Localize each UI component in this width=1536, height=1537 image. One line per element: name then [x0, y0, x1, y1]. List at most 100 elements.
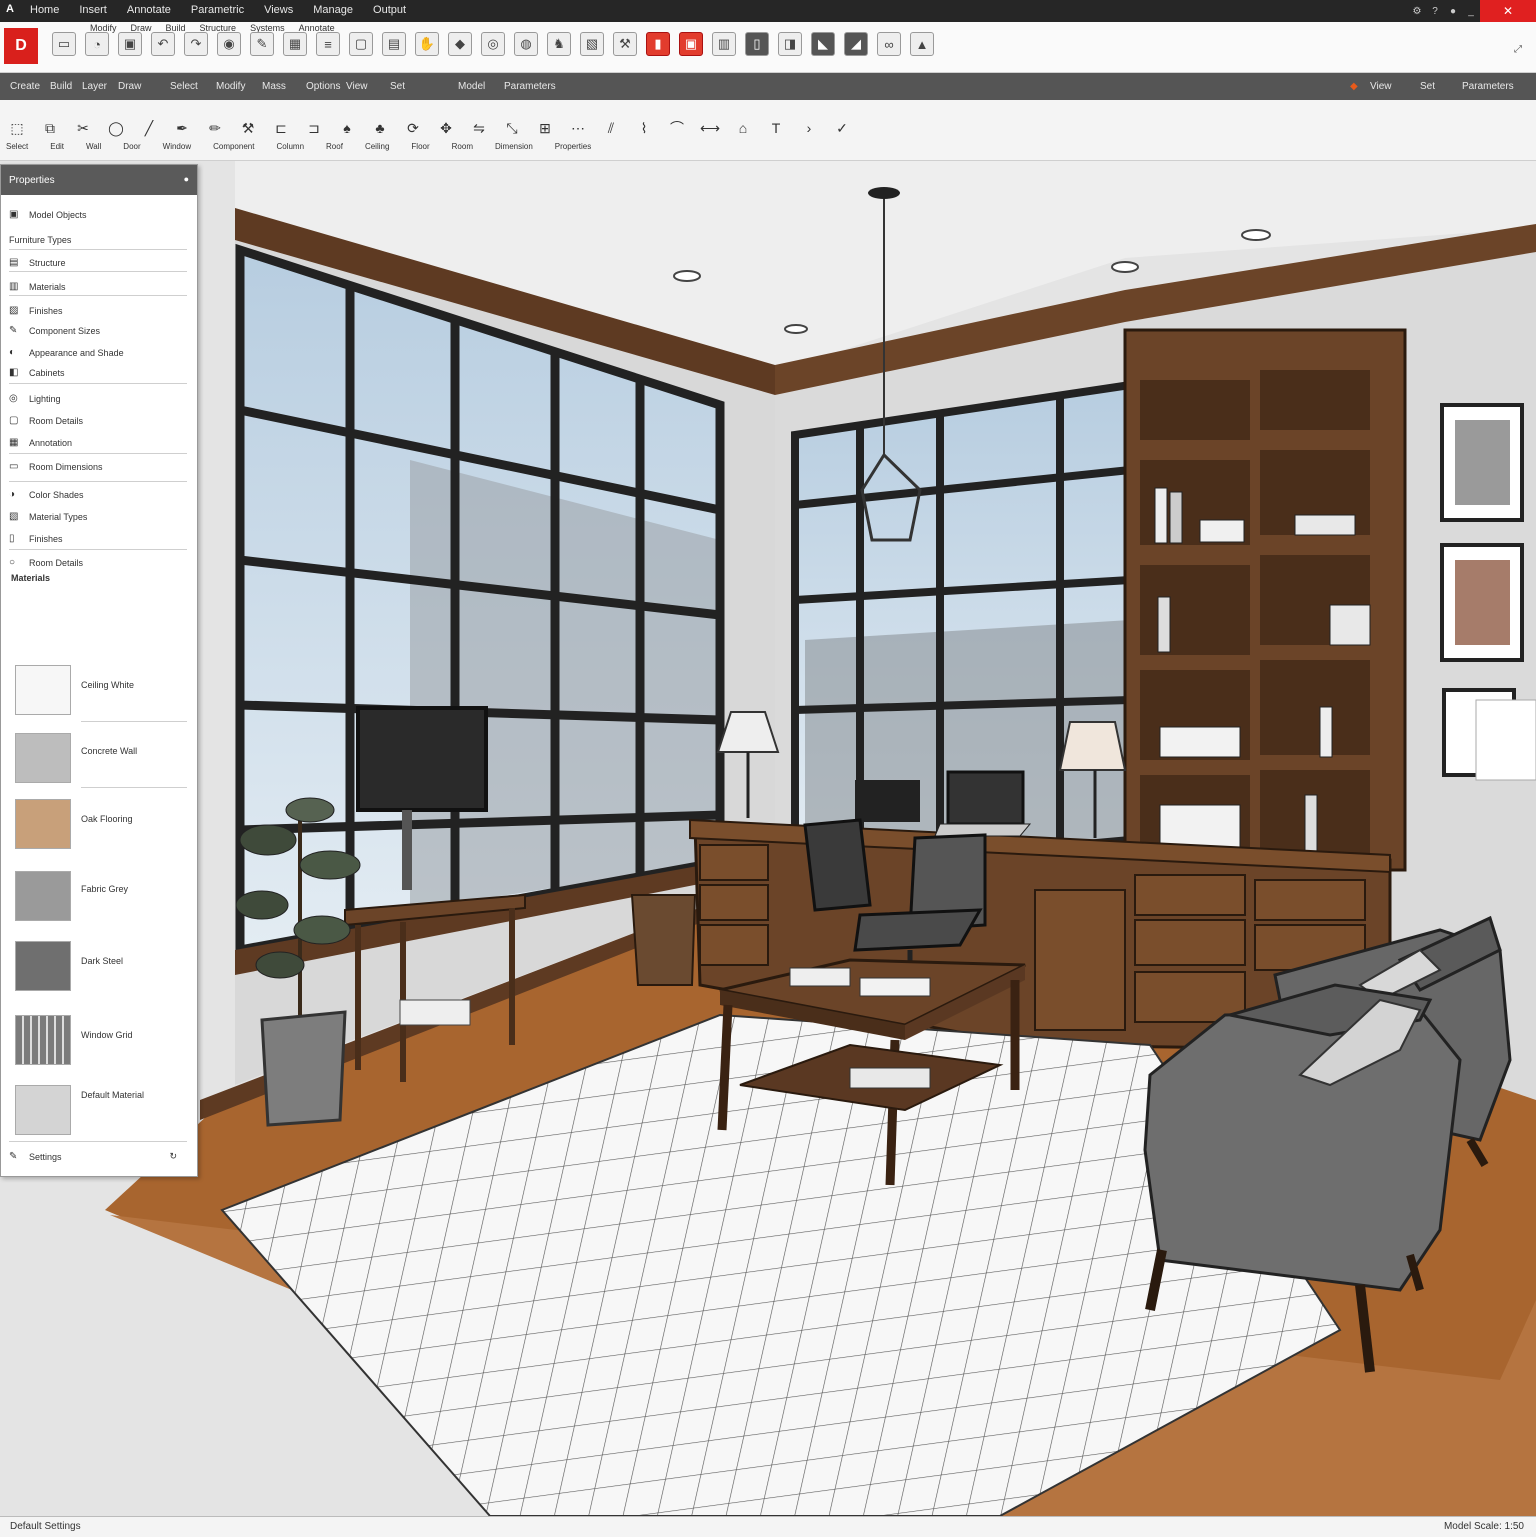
- link-icon[interactable]: ∞: [877, 32, 901, 56]
- chair-icon[interactable]: ⊐: [303, 120, 325, 137]
- menu-manage[interactable]: Manage: [313, 4, 353, 16]
- expand-icon[interactable]: ⤢: [1514, 44, 1522, 55]
- grid-icon[interactable]: ▦: [283, 32, 307, 56]
- settings-icon[interactable]: ⚙: [1408, 0, 1426, 22]
- redo-icon[interactable]: ↷: [184, 32, 208, 56]
- tool-label[interactable]: Roof: [326, 142, 343, 151]
- panel-row[interactable]: ▨ Finishes: [9, 305, 63, 316]
- menu-item[interactable]: Set: [390, 81, 405, 92]
- animal-icon[interactable]: ♞: [547, 32, 571, 56]
- panel-row[interactable]: ▧ Material Types: [9, 511, 87, 522]
- sheet-icon[interactable]: ▣: [679, 32, 703, 56]
- material-swatch[interactable]: [15, 665, 71, 715]
- menu-item[interactable]: Create: [10, 81, 40, 92]
- split-icon[interactable]: ⌇: [633, 120, 655, 137]
- panel-row[interactable]: ▢ Room Details: [9, 415, 83, 426]
- panel-header[interactable]: Properties ●: [1, 165, 197, 195]
- tool-label[interactable]: Floor: [411, 142, 429, 151]
- 3d-viewport[interactable]: [0, 161, 1536, 1516]
- text-icon[interactable]: T: [765, 120, 787, 136]
- pin-icon[interactable]: ◆: [1350, 81, 1358, 92]
- box-icon[interactable]: ▢: [349, 32, 373, 56]
- panel-close-icon[interactable]: ●: [184, 174, 189, 184]
- panel-row[interactable]: ◐ Appearance and Shade: [9, 347, 124, 358]
- rotate-icon[interactable]: ⟳: [402, 120, 424, 137]
- move-icon[interactable]: ✥: [435, 120, 457, 137]
- open-icon[interactable]: ◔: [85, 32, 109, 56]
- table-icon[interactable]: ▥: [712, 32, 736, 56]
- tool-label[interactable]: Edit: [50, 142, 64, 151]
- minimize-button[interactable]: _: [1462, 0, 1480, 22]
- panel-row[interactable]: ○ Room Details: [9, 557, 83, 568]
- copy-icon[interactable]: ⧉: [39, 120, 61, 137]
- tool-label[interactable]: Room: [452, 142, 473, 151]
- panel-row[interactable]: ◑ Color Shades: [9, 489, 84, 500]
- material-swatch[interactable]: [15, 941, 71, 991]
- panel-row[interactable]: ▤ Structure: [9, 257, 66, 268]
- panel-row[interactable]: ▯ Finishes: [9, 533, 63, 544]
- menu-home[interactable]: Home: [30, 4, 59, 16]
- tool-icon[interactable]: ⚒: [613, 32, 637, 56]
- join-icon[interactable]: ⌒: [666, 118, 688, 138]
- close-button[interactable]: ✕: [1480, 0, 1536, 22]
- undo-icon[interactable]: ↶: [151, 32, 175, 56]
- material-swatch[interactable]: [15, 733, 71, 783]
- menu-parametric[interactable]: Parametric: [191, 4, 244, 16]
- circle-icon[interactable]: ◯: [105, 120, 127, 137]
- triangle-icon[interactable]: ▲: [910, 32, 934, 56]
- panel-row[interactable]: ▣ Model Objects: [9, 209, 87, 220]
- tool-label[interactable]: Select: [6, 142, 28, 151]
- tool-label[interactable]: Component: [213, 142, 254, 151]
- tool-label[interactable]: Ceiling: [365, 142, 389, 151]
- arrow-icon[interactable]: ›: [798, 120, 820, 136]
- panel-row[interactable]: ▥ Materials: [9, 281, 66, 292]
- material-swatch[interactable]: [15, 1085, 71, 1135]
- trim-icon[interactable]: ✂: [72, 120, 94, 137]
- menu-item[interactable]: Select: [170, 81, 198, 92]
- material-swatch[interactable]: [15, 799, 71, 849]
- save-icon[interactable]: ▣: [118, 32, 142, 56]
- menu-views[interactable]: Views: [264, 4, 293, 16]
- menu-output[interactable]: Output: [373, 4, 406, 16]
- sofa-icon[interactable]: ⊏: [270, 120, 292, 137]
- scale-icon[interactable]: ⤡: [501, 120, 523, 137]
- pdf-icon[interactable]: ▮: [646, 32, 670, 56]
- user-icon[interactable]: ●: [1444, 0, 1462, 22]
- hammer-icon[interactable]: ⚒: [237, 120, 259, 137]
- tool-label[interactable]: Window: [163, 142, 191, 151]
- panel-footer[interactable]: ✎ Settings ↻: [9, 1151, 177, 1162]
- pencil-icon[interactable]: ✏: [204, 120, 226, 137]
- panel-row[interactable]: ◧ Cabinets: [9, 367, 65, 378]
- menu-item[interactable]: Draw: [118, 81, 141, 92]
- panel-row[interactable]: ◎ Lighting: [9, 393, 61, 404]
- new-file-icon[interactable]: ▭: [52, 32, 76, 56]
- array-icon[interactable]: ⋯: [567, 120, 589, 137]
- menu-item[interactable]: Parameters: [1462, 81, 1514, 92]
- material-swatch[interactable]: [15, 1015, 71, 1065]
- tool-label[interactable]: Properties: [555, 142, 591, 151]
- line-icon[interactable]: ╱: [138, 120, 160, 137]
- globe-icon[interactable]: ◍: [514, 32, 538, 56]
- tool-label[interactable]: Dimension: [495, 142, 533, 151]
- menu-item[interactable]: Build: [50, 81, 72, 92]
- pen-icon[interactable]: ✒: [171, 120, 193, 137]
- chart-icon[interactable]: ▤: [382, 32, 406, 56]
- panel-row[interactable]: ✎ Component Sizes: [9, 325, 100, 336]
- image-icon[interactable]: ▧: [580, 32, 604, 56]
- cube-icon[interactable]: ◨: [778, 32, 802, 56]
- check-icon[interactable]: ✓: [831, 120, 853, 137]
- menu-item[interactable]: Options: [306, 81, 340, 92]
- plant-icon[interactable]: ♣: [369, 120, 391, 136]
- room-render[interactable]: [0, 161, 1536, 1516]
- menu-item[interactable]: View: [346, 81, 368, 92]
- brush-icon[interactable]: ✎: [250, 32, 274, 56]
- mirror-icon[interactable]: ⇋: [468, 120, 490, 137]
- app-logo[interactable]: D: [4, 28, 38, 64]
- layers-icon[interactable]: ≡: [316, 32, 340, 56]
- menu-annotate[interactable]: Annotate: [127, 4, 171, 16]
- tool-label[interactable]: Column: [276, 142, 304, 151]
- menu-insert[interactable]: Insert: [79, 4, 107, 16]
- menu-item[interactable]: Parameters: [504, 81, 556, 92]
- refresh-icon[interactable]: ↻: [170, 1151, 178, 1162]
- hand-icon[interactable]: ✋: [415, 32, 439, 56]
